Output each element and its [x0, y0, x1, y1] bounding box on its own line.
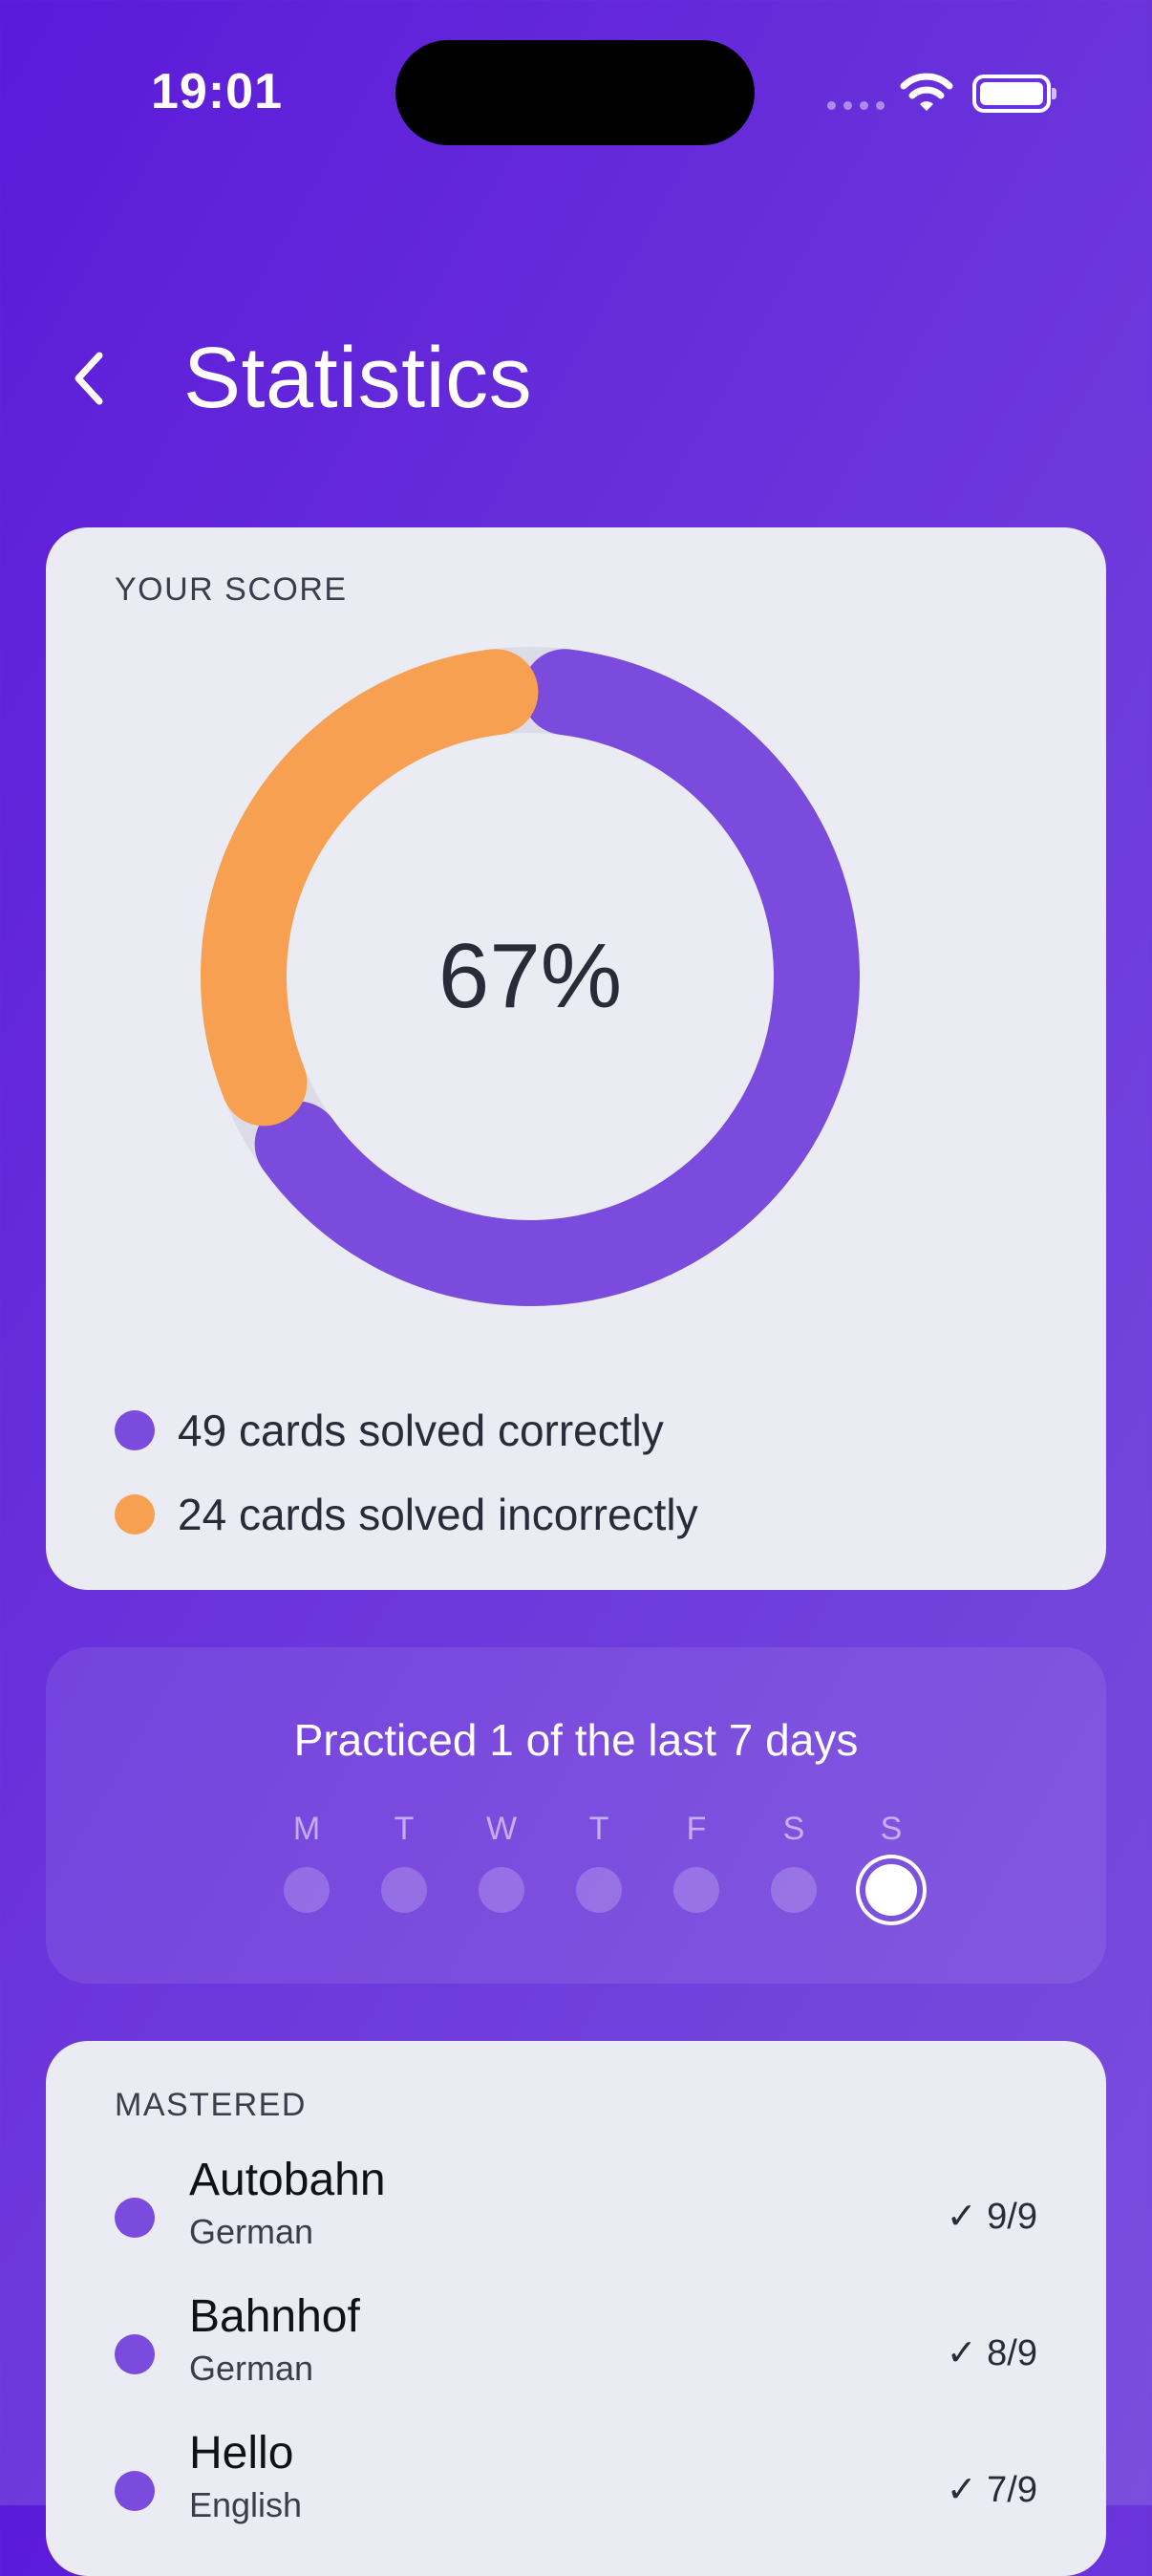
day-indicator [771, 1867, 817, 1913]
day-indicator [479, 1867, 524, 1913]
item-word: Bahnhof [189, 2291, 360, 2342]
wifi-icon [900, 73, 953, 111]
legend-correct-text: 49 cards solved correctly [178, 1406, 664, 1455]
item-score: ✓ 8/9 [946, 2333, 1037, 2373]
item-language: German [189, 2349, 314, 2388]
battery-icon [972, 75, 1056, 113]
day-label: F [686, 1811, 707, 1847]
day-label: T [588, 1811, 609, 1847]
chevron-left-icon [75, 352, 103, 405]
back-button[interactable] [63, 344, 120, 413]
practice-card: Practiced 1 of the last 7 days M T W T F… [46, 1647, 1106, 1984]
legend-correct: 49 cards solved correctly [115, 1405, 664, 1456]
day-sunday: S [843, 1806, 940, 1916]
day-label: M [292, 1811, 321, 1847]
day-indicator [576, 1867, 622, 1913]
practice-title: Practiced 1 of the last 7 days [293, 1715, 859, 1765]
item-word: Hello [189, 2428, 294, 2479]
item-language: English [189, 2485, 303, 2524]
day-wednesday: W [453, 1806, 550, 1916]
day-friday: F [648, 1806, 745, 1916]
item-score: ✓ 7/9 [946, 2470, 1037, 2510]
list-item[interactable]: Bahnhof German ✓ 8/9 [115, 2286, 1037, 2401]
day-indicator-active [865, 1864, 917, 1916]
day-tuesday: T [355, 1806, 453, 1916]
score-percent: 67% [437, 925, 623, 1027]
legend-dot-correct [115, 1410, 155, 1450]
day-label: S [880, 1811, 903, 1847]
day-monday: M [258, 1806, 355, 1916]
list-item[interactable]: Hello English ✓ 7/9 [115, 2423, 1037, 2538]
cellular-signal-icon [827, 101, 885, 110]
day-indicator [381, 1867, 427, 1913]
score-card: YOUR SCORE 67% 49 cards solved correctly… [46, 527, 1106, 1590]
day-thursday: T [550, 1806, 648, 1916]
list-item[interactable]: Autobahn German ✓ 9/9 [115, 2150, 1037, 2265]
day-label: S [782, 1811, 805, 1847]
page-title: Statistics [183, 331, 533, 426]
day-saturday: S [745, 1806, 843, 1916]
item-word: Autobahn [189, 2155, 386, 2205]
item-language: German [189, 2212, 314, 2251]
dynamic-island [395, 40, 755, 145]
score-card-label: YOUR SCORE [115, 571, 348, 608]
mastered-card: MASTERED Autobahn German ✓ 9/9 Bahnhof G… [46, 2041, 1106, 2576]
legend-incorrect-text: 24 cards solved incorrectly [178, 1490, 698, 1539]
legend-dot-incorrect [115, 1494, 155, 1535]
legend-incorrect: 24 cards solved incorrectly [115, 1489, 698, 1540]
item-dot [115, 2198, 155, 2238]
status-time: 19:01 [151, 64, 283, 119]
day-label: W [485, 1811, 518, 1847]
day-indicator [673, 1867, 719, 1913]
weekday-row: M T W T F S S [258, 1806, 940, 1916]
item-score: ✓ 9/9 [946, 2197, 1037, 2237]
mastered-card-label: MASTERED [115, 2087, 307, 2123]
day-indicator [284, 1867, 330, 1913]
item-dot [115, 2334, 155, 2374]
day-label: T [394, 1811, 415, 1847]
